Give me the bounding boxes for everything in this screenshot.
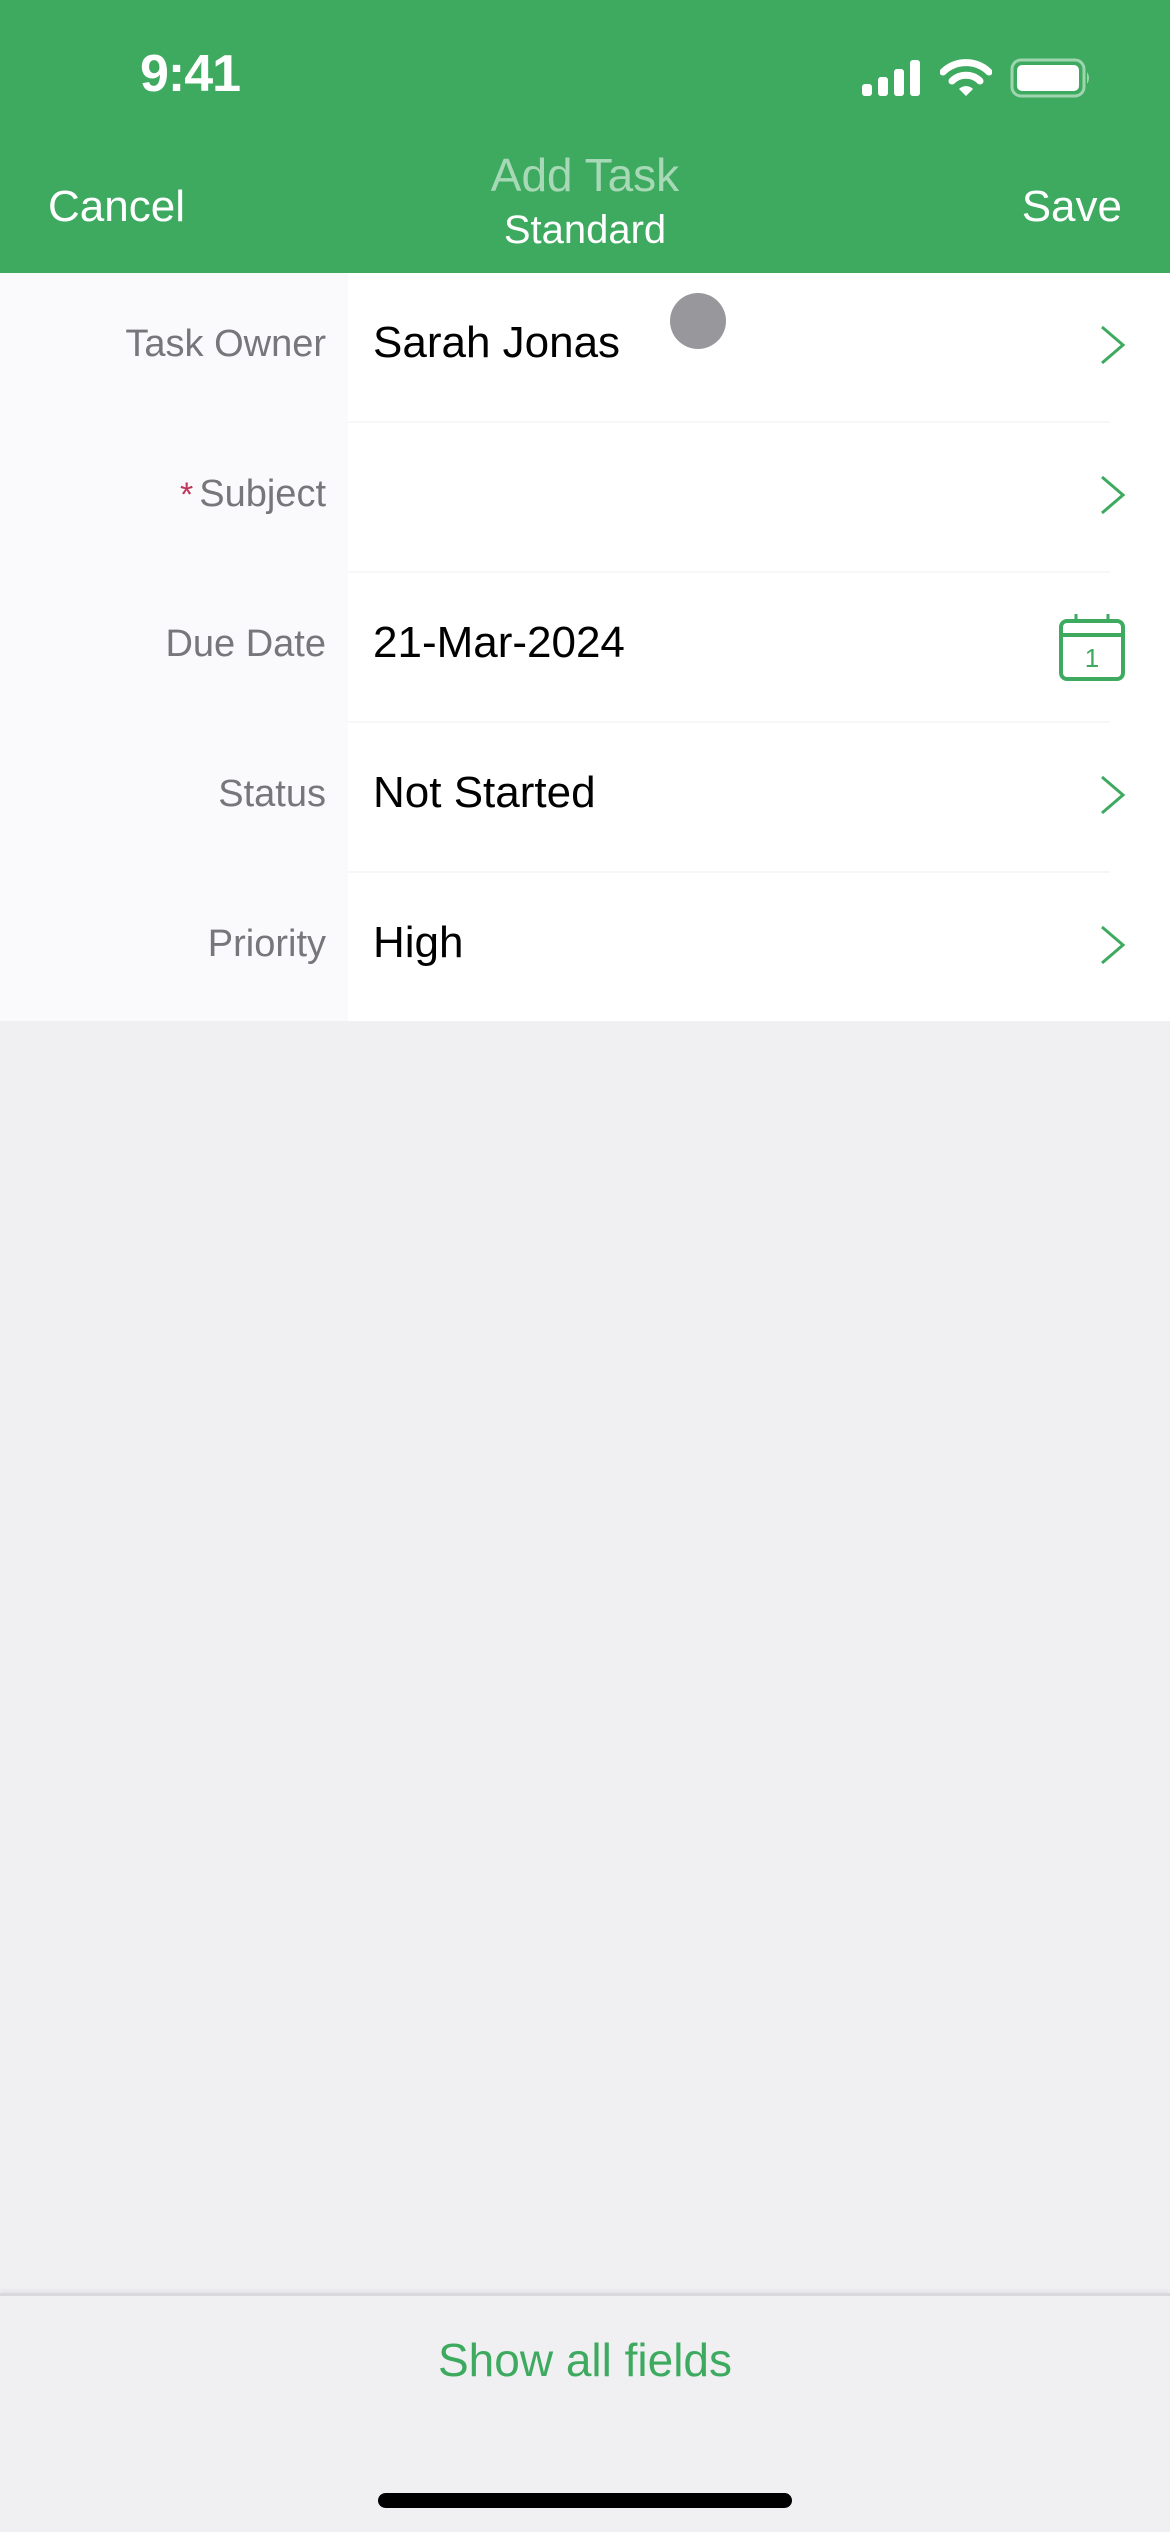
nav-header: 9:41 Cancel Add Task Standard Save (0, 0, 1170, 273)
save-button[interactable]: Save (1022, 182, 1122, 232)
field-label: Status (218, 773, 326, 815)
calendar-day: 1 (1085, 643, 1099, 673)
layout-subtitle: Standard (503, 208, 667, 252)
calendar-icon[interactable]: 1 (1058, 613, 1128, 683)
chevron-right-icon (1101, 925, 1126, 965)
home-indicator[interactable] (378, 2493, 792, 2508)
page-title: Add Task (490, 149, 680, 201)
status-icons (862, 58, 1092, 98)
field-value: High (373, 918, 464, 967)
field-label: Task Owner (125, 323, 326, 365)
field-due-date[interactable]: Due Date 21-Mar-2024 1 (0, 573, 1170, 723)
chevron-right-icon (1101, 475, 1126, 515)
field-value: Sarah Jonas (373, 318, 621, 367)
task-form: Task Owner Sarah Jonas * Subject Due Date… (0, 273, 1170, 1021)
show-all-fields-button[interactable]: Show all fields (0, 2333, 1170, 2387)
field-status[interactable]: Status Not Started (0, 723, 1170, 873)
wifi-icon (940, 59, 992, 96)
status-time: 9:41 (140, 45, 241, 103)
field-label-text: Subject (199, 473, 326, 515)
field-value: Not Started (373, 768, 596, 817)
chevron-right-icon (1101, 325, 1126, 365)
field-subject[interactable]: * Subject (0, 423, 1170, 573)
cellular-signal-icon (862, 60, 920, 96)
required-marker: * (180, 476, 194, 514)
field-label: Priority (207, 923, 326, 965)
chevron-right-icon (1101, 775, 1126, 815)
field-label: Due Date (165, 623, 326, 665)
field-priority[interactable]: Priority High (0, 873, 1170, 1023)
field-task-owner[interactable]: Task Owner Sarah Jonas (0, 273, 1170, 423)
battery-icon (1010, 58, 1089, 98)
field-label: * Subject (180, 473, 326, 516)
field-value: 21-Mar-2024 (373, 618, 625, 667)
touch-indicator (670, 293, 726, 349)
